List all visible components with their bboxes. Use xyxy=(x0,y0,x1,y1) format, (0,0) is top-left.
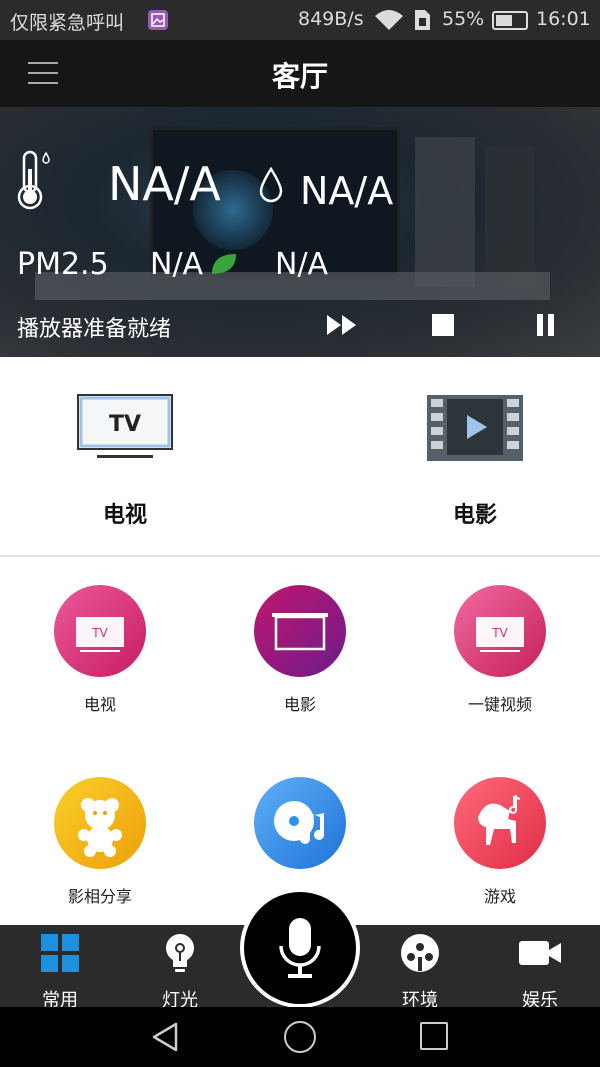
recents-icon[interactable] xyxy=(420,1022,448,1050)
tab-environment[interactable]: 环境 xyxy=(360,933,480,1012)
leaf-icon xyxy=(210,252,238,280)
thermometer-icon xyxy=(15,149,55,215)
wifi-icon xyxy=(373,8,405,37)
tab-entertainment[interactable]: 娱乐 xyxy=(480,933,600,1012)
battery-icon xyxy=(492,11,528,30)
pm25-value: N/A xyxy=(150,247,204,282)
tv-icon: TV xyxy=(75,387,175,467)
projector-screen-icon xyxy=(254,585,346,677)
gallery-icon xyxy=(148,10,168,30)
tile-photo-share-label: 影相分享 xyxy=(67,887,132,906)
rocking-horse-icon xyxy=(454,777,546,869)
fast-forward-icon[interactable] xyxy=(325,313,359,341)
pause-icon[interactable] xyxy=(536,314,556,340)
tile-game[interactable]: 游戏 xyxy=(400,777,600,907)
player-status: 播放器准备就绪 xyxy=(17,317,172,342)
extra-value: N/A xyxy=(275,247,329,282)
water-drop-icon xyxy=(258,166,284,207)
main-item-tv-label: 电视 xyxy=(102,503,147,528)
pm25-label: PM2.5 xyxy=(17,247,109,282)
status-bar: 仅限紧急呼叫 849B/s 55% 16:01 xyxy=(0,0,600,40)
system-navigation-bar xyxy=(0,1007,600,1067)
tv-icon: TV xyxy=(454,585,546,677)
svg-text:TV: TV xyxy=(109,412,141,437)
svg-text:TV: TV xyxy=(91,626,108,640)
scene-grid: TV 电视 电影 TV 一键视频 影相分享 游戏 xyxy=(0,559,600,925)
tile-photo-share[interactable]: 影相分享 xyxy=(0,777,200,907)
film-play-icon xyxy=(425,387,525,467)
clock: 16:01 xyxy=(536,8,591,30)
main-devices-row: TV 电视 电影 xyxy=(0,357,600,557)
sim-card-icon xyxy=(413,10,431,35)
main-item-tv[interactable]: TV 电视 xyxy=(25,387,225,529)
grid-icon xyxy=(40,933,80,978)
main-item-movie-label: 电影 xyxy=(452,503,497,528)
humidity-value: NA/A xyxy=(300,169,394,213)
network-speed: 849B/s xyxy=(298,8,364,30)
tv-icon: TV xyxy=(54,585,146,677)
microphone-icon xyxy=(276,916,324,986)
music-disc-icon xyxy=(254,777,346,869)
carrier-text: 仅限紧急呼叫 xyxy=(10,12,125,34)
home-icon[interactable] xyxy=(284,1021,316,1053)
tile-movie-label: 电影 xyxy=(283,695,316,714)
battery-percent: 55% xyxy=(442,8,485,30)
voice-button[interactable] xyxy=(240,888,360,1008)
tile-movie[interactable]: 电影 xyxy=(200,585,400,715)
svg-text:TV: TV xyxy=(491,626,508,640)
video-camera-icon xyxy=(517,933,563,978)
page-title: 客厅 xyxy=(271,60,328,93)
stop-icon[interactable] xyxy=(432,314,454,336)
tile-tv[interactable]: TV 电视 xyxy=(0,585,200,715)
environment-icon xyxy=(400,933,440,978)
teddy-bear-icon xyxy=(54,777,146,869)
environment-panel: NA/A NA/A PM2.5 N/A N/A 播放器准备就绪 xyxy=(0,107,600,357)
main-item-movie[interactable]: 电影 xyxy=(375,387,575,529)
background-speaker xyxy=(485,147,535,287)
tile-tv-label: 电视 xyxy=(83,695,116,714)
title-bar: 客厅 xyxy=(0,40,600,107)
temperature-value: NA/A xyxy=(108,157,221,211)
tile-one-click-video[interactable]: TV 一键视频 xyxy=(400,585,600,715)
tab-common[interactable]: 常用 xyxy=(0,933,120,1012)
tab-lighting[interactable]: 灯光 xyxy=(120,933,240,1012)
background-speaker xyxy=(415,137,475,287)
back-icon[interactable] xyxy=(150,1021,182,1057)
bottom-tab-bar: 常用 灯光 环境 娱乐 xyxy=(0,888,600,1011)
bulb-icon xyxy=(162,933,198,978)
tile-music[interactable] xyxy=(200,777,400,883)
tile-game-label: 游戏 xyxy=(483,887,516,906)
tile-one-click-video-label: 一键视频 xyxy=(467,695,532,714)
